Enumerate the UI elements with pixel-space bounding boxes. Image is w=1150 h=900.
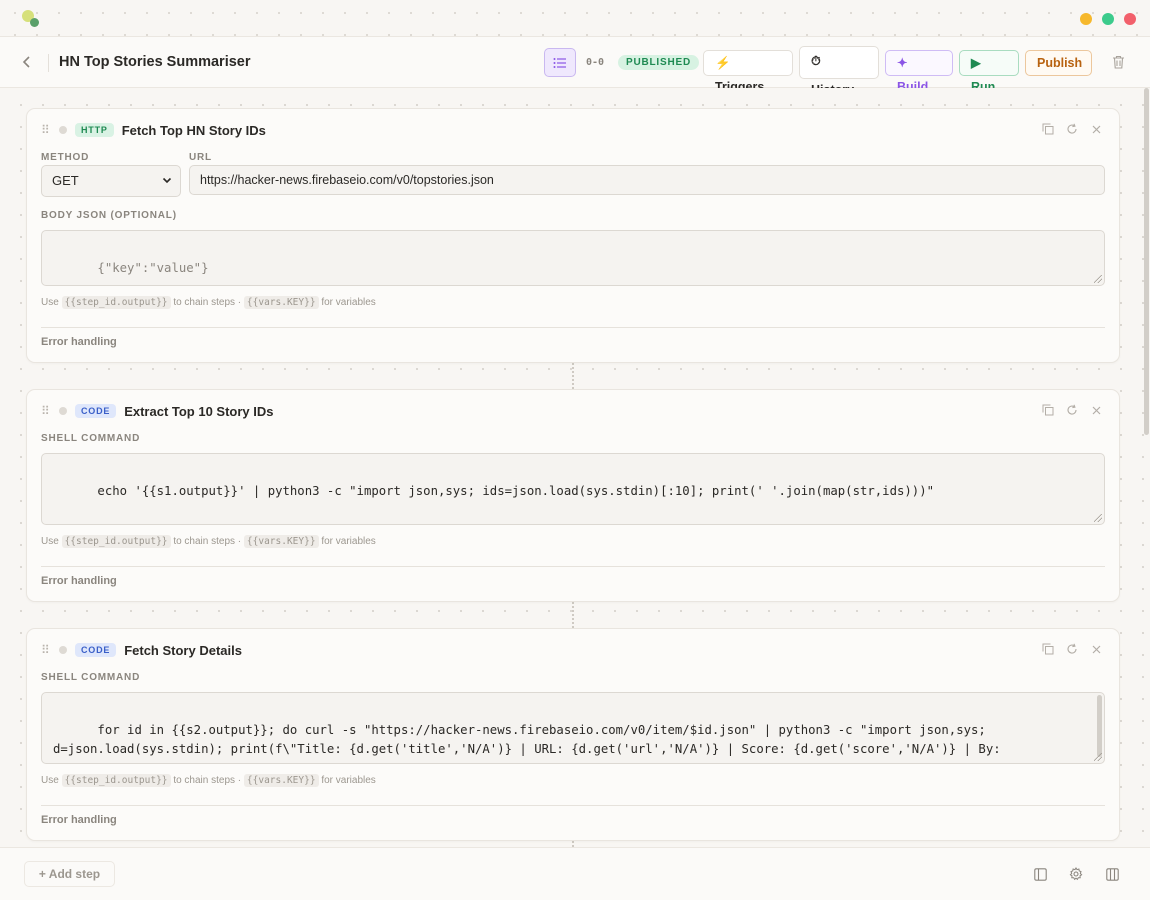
step-header: ⠿ HTTP Fetch Top HN Story IDs	[41, 121, 266, 139]
graph-view-label: 0-0	[585, 57, 605, 68]
shell-command-value: echo '{{s1.output}}' | python3 -c "impor…	[97, 483, 935, 498]
resize-handle[interactable]	[1094, 753, 1102, 761]
step-header: ⠿ CODE Fetch Story Details	[41, 641, 242, 659]
trash-icon	[1112, 55, 1124, 69]
close-icon[interactable]	[1089, 122, 1103, 136]
drag-handle-icon[interactable]: ⠿	[41, 123, 53, 137]
step-status-dot	[59, 646, 67, 654]
gear-icon	[1069, 867, 1083, 881]
workflow-canvas: ⠿ HTTP Fetch Top HN Story IDs METHOD GET…	[0, 88, 1150, 847]
panel-icon	[1105, 867, 1119, 881]
step-connector	[572, 602, 574, 628]
refresh-icon[interactable]	[1065, 642, 1079, 656]
step-type-badge: CODE	[75, 643, 117, 657]
app-logo	[22, 10, 40, 28]
drag-handle-icon[interactable]: ⠿	[41, 643, 53, 657]
resize-handle[interactable]	[1094, 275, 1102, 283]
footer-bar: + Add step	[0, 847, 1150, 900]
method-value: GET	[52, 173, 79, 188]
body-json-textarea[interactable]: {"key":"value"}	[41, 230, 1105, 286]
error-handling-toggle[interactable]: Error handling	[41, 814, 117, 826]
left-panel-button[interactable]	[1032, 866, 1048, 882]
step-title: Fetch Story Details	[124, 642, 242, 658]
step-title: Fetch Top HN Story IDs	[121, 122, 266, 138]
card-divider	[41, 566, 1105, 567]
add-step-button[interactable]: + Add step	[24, 861, 115, 887]
resize-handle[interactable]	[1094, 514, 1102, 522]
textarea-scrollbar[interactable]	[1097, 695, 1102, 757]
variables-hint: Use {{step_id.output}} to chain steps · …	[41, 535, 376, 548]
duplicate-icon[interactable]	[1041, 403, 1055, 417]
card-divider	[41, 327, 1105, 328]
card-divider	[41, 805, 1105, 806]
step-actions	[1041, 642, 1103, 656]
window-minimize-button[interactable]	[1080, 13, 1092, 25]
history-button[interactable]: ⏱ History	[799, 46, 879, 97]
status-badge: PUBLISHED	[618, 55, 699, 70]
shell-command-label: SHELL COMMAND	[41, 433, 141, 444]
body-json-label: BODY JSON (OPTIONAL)	[41, 210, 177, 221]
refresh-icon[interactable]	[1065, 122, 1079, 136]
step-connector	[572, 363, 574, 389]
shell-command-value: for id in {{s2.output}}; do curl -s "htt…	[53, 722, 1001, 764]
shell-command-textarea[interactable]: for id in {{s2.output}}; do curl -s "htt…	[41, 692, 1105, 764]
step-card-code: ⠿ CODE Extract Top 10 Story IDs SHELL CO…	[26, 389, 1120, 602]
method-select[interactable]: GET	[41, 165, 181, 197]
back-button[interactable]	[16, 51, 38, 73]
step-type-badge: CODE	[75, 404, 117, 418]
delete-workflow-button[interactable]	[1107, 51, 1129, 73]
drag-handle-icon[interactable]: ⠿	[41, 404, 53, 418]
step-card-http: ⠿ HTTP Fetch Top HN Story IDs METHOD GET…	[26, 108, 1120, 363]
shell-command-textarea[interactable]: echo '{{s1.output}}' | python3 -c "impor…	[41, 453, 1105, 525]
step-actions	[1041, 403, 1103, 417]
variables-hint: Use {{step_id.output}} to chain steps · …	[41, 296, 376, 309]
step-status-dot	[59, 126, 67, 134]
settings-button[interactable]	[1068, 866, 1084, 882]
window-close-button[interactable]	[1124, 13, 1136, 25]
step-actions	[1041, 122, 1103, 136]
variables-hint: Use {{step_id.output}} to chain steps · …	[41, 774, 376, 787]
refresh-icon[interactable]	[1065, 403, 1079, 417]
close-icon[interactable]	[1089, 642, 1103, 656]
run-button[interactable]: ▶ Run	[959, 50, 1019, 94]
step-type-badge: HTTP	[75, 123, 114, 137]
close-icon[interactable]	[1089, 403, 1103, 417]
workflow-header: HN Top Stories Summariser 0-0 PUBLISHED …	[0, 37, 1150, 97]
step-header: ⠿ CODE Extract Top 10 Story IDs	[41, 402, 274, 420]
shell-command-label: SHELL COMMAND	[41, 672, 141, 683]
publish-button[interactable]: Publish	[1025, 50, 1092, 76]
method-label: METHOD	[41, 152, 90, 163]
chevron-down-icon	[162, 166, 172, 209]
error-handling-toggle[interactable]: Error handling	[41, 336, 117, 348]
window-titlebar	[0, 0, 1150, 37]
duplicate-icon[interactable]	[1041, 642, 1055, 656]
step-card-code: ⠿ CODE Fetch Story Details SHELL COMMAND…	[26, 628, 1120, 841]
graph-view-toggle[interactable]: 0-0	[582, 48, 608, 77]
right-panel-button[interactable]	[1104, 866, 1120, 882]
url-label: URL	[189, 152, 212, 163]
chevron-left-icon	[22, 56, 30, 68]
duplicate-icon[interactable]	[1041, 122, 1055, 136]
url-input[interactable]: https://hacker-news.firebaseio.com/v0/to…	[189, 165, 1105, 195]
panel-icon	[1033, 867, 1047, 881]
page-title: HN Top Stories Summariser	[59, 54, 251, 70]
canvas-scrollbar[interactable]	[1144, 88, 1149, 435]
list-view-icon	[553, 57, 566, 68]
list-view-toggle[interactable]	[544, 48, 576, 77]
step-status-dot	[59, 407, 67, 415]
triggers-button[interactable]: ⚡ Triggers	[703, 50, 793, 94]
build-button[interactable]: ✦ Build	[885, 50, 953, 94]
step-title: Extract Top 10 Story IDs	[124, 403, 274, 419]
window-maximize-button[interactable]	[1102, 13, 1114, 25]
error-handling-toggle[interactable]: Error handling	[41, 575, 117, 587]
header-divider	[48, 54, 49, 72]
body-json-placeholder: {"key":"value"}	[97, 260, 209, 275]
